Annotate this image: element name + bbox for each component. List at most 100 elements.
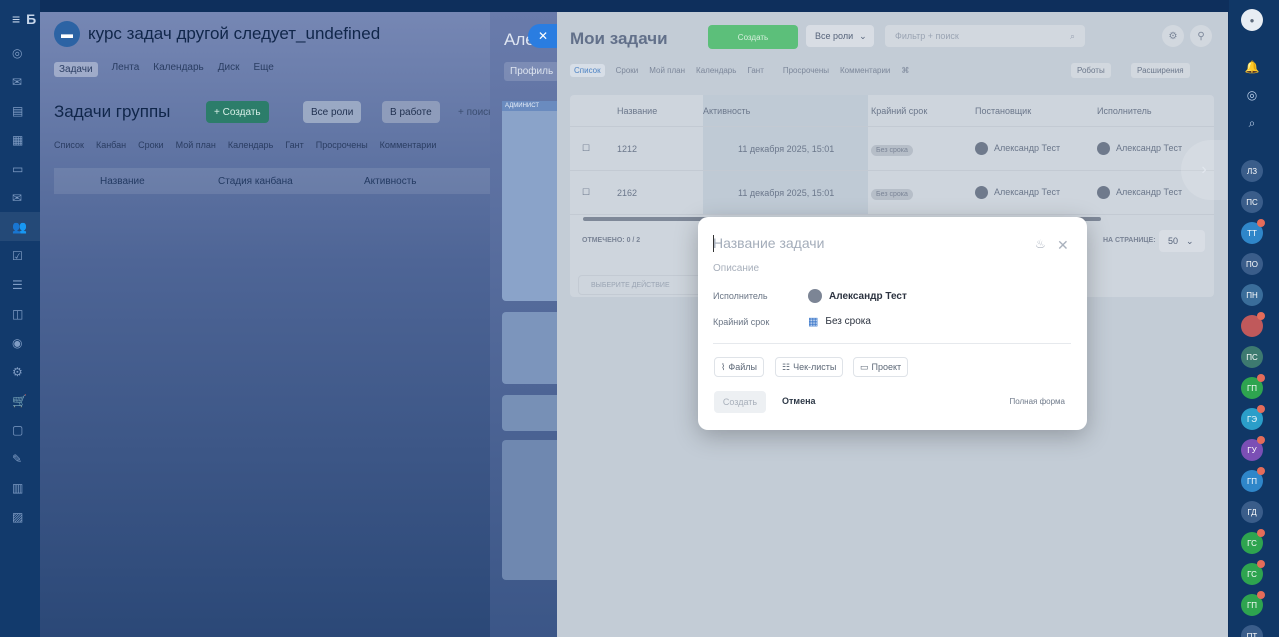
view-comments[interactable]: Комментарии <box>840 66 890 75</box>
view-deadlines[interactable]: Сроки <box>616 66 639 75</box>
extensions-button[interactable]: Расширения <box>1131 63 1190 78</box>
sidebar-item[interactable]: ☑ <box>0 241 40 270</box>
deadline-badge[interactable]: Без срока <box>871 144 913 156</box>
row-checkbox[interactable]: ☐ <box>582 143 617 154</box>
view-overdue[interactable]: Просрочены <box>783 66 829 75</box>
column-creator[interactable]: Постановщик <box>975 106 1097 116</box>
task-assignee[interactable]: Александр Тест <box>1097 142 1182 155</box>
filter-chip[interactable]: В работе <box>382 101 440 123</box>
sidebar-item[interactable]: ◫ <box>0 299 40 328</box>
create-task-button[interactable]: Создать <box>708 25 798 49</box>
row-checkbox[interactable]: ☐ <box>582 187 617 198</box>
user-avatar[interactable]: ● <box>1241 9 1263 31</box>
table-row[interactable]: ☐ 2162 11 декабря 2025, 15:01 Без срока … <box>570 171 1214 215</box>
at-icon[interactable]: ◎ <box>1241 84 1263 106</box>
column-name[interactable]: Название <box>100 176 218 187</box>
tab-more[interactable]: Еще <box>253 62 273 77</box>
contact-avatar[interactable] <box>1241 312 1265 337</box>
robots-button[interactable]: Роботы <box>1071 63 1111 78</box>
view-list[interactable]: Список <box>54 140 84 150</box>
sidebar-item[interactable]: 🛒 <box>0 386 40 415</box>
tab-tasks[interactable]: Задачи <box>54 62 98 77</box>
contact-avatar[interactable]: ГП <box>1241 467 1265 492</box>
close-slider-button[interactable]: ✕ <box>528 24 558 48</box>
files-button[interactable]: ⌇ Файлы <box>714 357 765 377</box>
sidebar-item-groups[interactable]: 👥 <box>0 212 40 241</box>
sidebar-item[interactable]: ▨ <box>0 502 40 531</box>
menu-icon[interactable]: ≡ Б <box>0 0 40 38</box>
checklists-button[interactable]: ☷ Чек-листы <box>775 357 844 377</box>
contact-avatar[interactable]: ПН <box>1241 284 1263 306</box>
deadline-badge[interactable]: Без срока <box>871 188 913 200</box>
search-icon[interactable]: ⌕ <box>1241 112 1263 134</box>
sidebar-item[interactable]: ✎ <box>0 444 40 473</box>
contact-avatar[interactable]: ПО <box>1241 253 1263 275</box>
column-assignee[interactable]: Исполнитель <box>1097 106 1152 116</box>
pin-icon[interactable]: ⚲ <box>1190 25 1212 47</box>
fingerprint-icon[interactable]: ⌘ <box>901 66 909 75</box>
action-select[interactable]: ВЫБЕРИТЕ ДЕЙСТВИЕ <box>578 275 702 295</box>
view-kanban[interactable]: Канбан <box>96 140 126 150</box>
full-form-link[interactable]: Полная форма <box>1009 397 1065 406</box>
task-name[interactable]: 1212 <box>617 144 703 154</box>
view-gantt[interactable]: Гант <box>747 66 763 75</box>
view-overdue[interactable]: Просрочены <box>316 140 368 150</box>
column-kanban-stage[interactable]: Стадия канбана <box>218 176 364 187</box>
contact-avatar[interactable]: ГП <box>1241 374 1265 399</box>
sidebar-item[interactable]: ▦ <box>0 125 40 154</box>
tab-feed[interactable]: Лента <box>112 62 140 77</box>
sidebar-item[interactable]: ☰ <box>0 270 40 299</box>
column-name[interactable]: Название <box>617 106 703 116</box>
per-page-select[interactable]: 50 ⌄ <box>1159 230 1205 252</box>
task-title-input[interactable]: Название задачи <box>713 235 824 251</box>
contact-avatar[interactable]: ГД <box>1241 501 1263 523</box>
close-icon[interactable]: ✕ <box>1057 237 1069 254</box>
view-gantt[interactable]: Гант <box>285 140 303 150</box>
deadline-field[interactable]: ▦ Без срока <box>808 315 871 328</box>
project-button[interactable]: ▭ Проект <box>853 357 909 377</box>
table-row[interactable]: ☐ 1212 11 декабря 2025, 15:01 Без срока … <box>570 127 1214 171</box>
cancel-button[interactable]: Отмена <box>782 396 816 406</box>
contact-avatar[interactable]: ГС <box>1241 560 1265 585</box>
task-assignee[interactable]: Александр Тест <box>1097 186 1182 199</box>
sidebar-item[interactable]: ◎ <box>0 38 40 67</box>
contact-avatar[interactable]: ГС <box>1241 529 1265 554</box>
tab-profile[interactable]: Профиль <box>504 62 560 81</box>
column-activity[interactable]: Активность <box>364 176 417 187</box>
view-deadlines[interactable]: Сроки <box>138 140 163 150</box>
view-comments[interactable]: Комментарии <box>380 140 437 150</box>
contact-avatar[interactable]: ГП <box>1241 591 1265 616</box>
assignee-field[interactable]: Александр Тест <box>808 289 907 303</box>
contact-avatar[interactable]: ГЭ <box>1241 405 1265 430</box>
task-description-input[interactable]: Описание <box>713 263 759 274</box>
sidebar-item[interactable]: ▥ <box>0 473 40 502</box>
roles-select[interactable]: Все роли ⌄ <box>806 25 874 47</box>
contact-avatar[interactable]: ПС <box>1241 191 1263 213</box>
task-creator[interactable]: Александр Тест <box>975 186 1097 199</box>
sidebar-item[interactable]: ✉ <box>0 183 40 212</box>
contact-avatar[interactable]: ГУ <box>1241 436 1265 461</box>
task-creator[interactable]: Александр Тест <box>975 142 1097 155</box>
sidebar-item[interactable]: ▢ <box>0 415 40 444</box>
contact-avatar[interactable]: ПС <box>1241 346 1263 368</box>
bell-icon[interactable]: 🔔 <box>1241 56 1263 78</box>
settings-icon[interactable]: ⚙ <box>1162 25 1184 47</box>
tab-calendar[interactable]: Календарь <box>153 62 203 77</box>
sidebar-item[interactable]: ◉ <box>0 328 40 357</box>
view-calendar[interactable]: Календарь <box>228 140 273 150</box>
sidebar-item[interactable]: ⚙ <box>0 357 40 386</box>
view-plan[interactable]: Мой план <box>649 66 685 75</box>
search-input[interactable]: Фильтр + поиск ⌕ <box>885 25 1085 47</box>
tab-disk[interactable]: Диск <box>218 62 240 77</box>
column-deadline[interactable]: Крайний срок <box>871 106 975 116</box>
view-list[interactable]: Список <box>570 64 605 77</box>
roles-select[interactable]: Все роли <box>303 101 362 123</box>
flame-icon[interactable]: ♨ <box>1035 237 1046 251</box>
view-plan[interactable]: Мой план <box>176 140 216 150</box>
sidebar-item[interactable]: ▤ <box>0 96 40 125</box>
create-button[interactable]: + Создать <box>206 101 269 123</box>
contact-avatar[interactable]: ТТ <box>1241 219 1265 244</box>
column-activity[interactable]: Активность <box>703 106 871 116</box>
contact-avatar[interactable]: ПТ <box>1241 625 1263 637</box>
contact-avatar[interactable]: ЛЗ <box>1241 160 1263 182</box>
